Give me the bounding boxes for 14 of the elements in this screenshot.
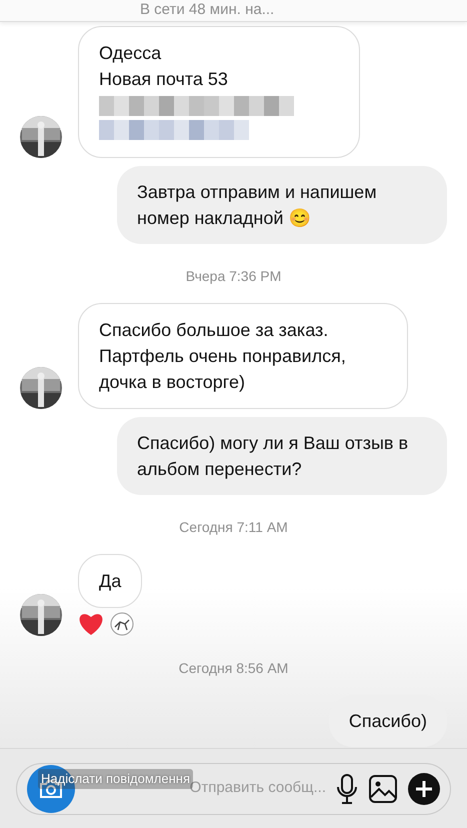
- reaction-avatar: [110, 612, 134, 636]
- image-icon[interactable]: [368, 774, 398, 804]
- message-bubble: Одесса Новая почта 53: [78, 26, 360, 158]
- plus-icon[interactable]: [408, 772, 440, 804]
- heart-icon: [78, 612, 104, 636]
- message-bubble: Да: [78, 554, 142, 608]
- message-bubble: Спасибо большое за заказ. Партфель очень понравился, дочка в восторге): [78, 303, 408, 409]
- timestamp: Сегодня 8:56 AM: [178, 659, 290, 678]
- timestamp: Вчера 7:36 PM: [184, 267, 282, 286]
- message-bubble: Завтра отправим и напишем номер накладной 😊: [117, 166, 447, 244]
- timestamp: Сегодня 7:11 AM: [178, 518, 289, 537]
- message-bubble: Спасибо) могу ли я Ваш отзыв в альбом перенести?: [117, 417, 447, 495]
- microphone-icon[interactable]: [336, 772, 358, 804]
- status-text: В сети 48 мин. на...: [140, 0, 274, 20]
